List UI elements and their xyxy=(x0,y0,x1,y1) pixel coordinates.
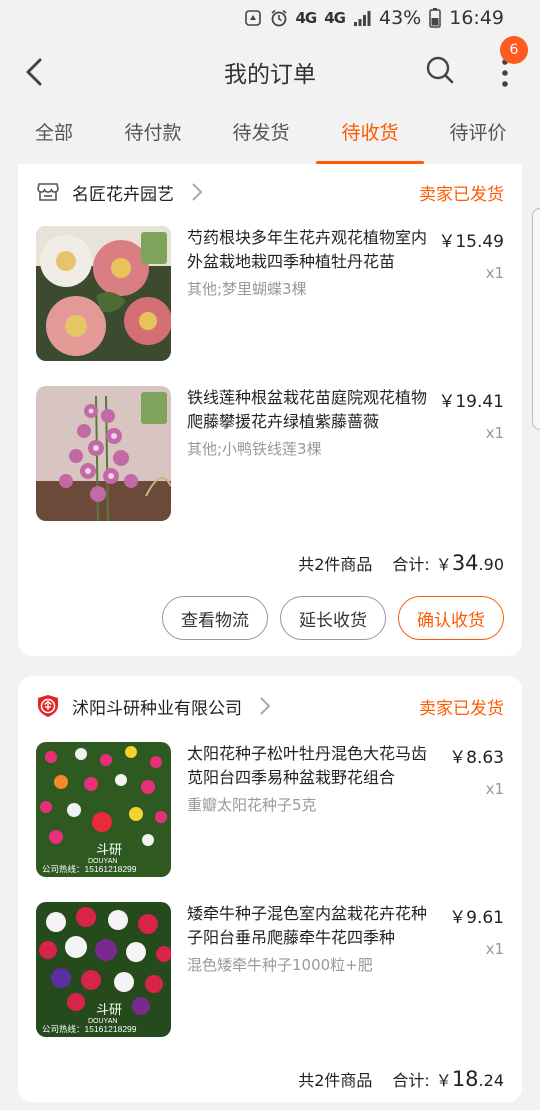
product-title: 芍药根块多年生花卉观花植物室内外盆栽地栽四季种植牡丹花苗 xyxy=(187,228,428,271)
product-spec: 其他;梦里蝴蝶3棵 xyxy=(187,280,307,298)
order-status: 卖家已发货 xyxy=(419,184,504,205)
item-count: 共2件商品 xyxy=(298,1071,373,1090)
scroll-indicator[interactable] xyxy=(532,208,540,430)
product-price: ￥8.63 xyxy=(449,748,504,768)
product-title: 铁线莲种根盆栽花苗庭院观花植物爬藤攀援花卉绿植紫藤蔷薇 xyxy=(187,388,428,431)
order-list[interactable]: 名匠花卉园艺 卖家已发货 芍药根块多年生花卉观花植物室内外盆栽地栽四季种植牡丹花… xyxy=(0,164,540,1110)
product-quantity: x1 xyxy=(485,940,504,958)
order-summary: 共2件商品 合计: ￥34.90 xyxy=(36,540,504,586)
product-quantity: x1 xyxy=(485,424,504,442)
order-status: 卖家已发货 xyxy=(419,698,504,719)
product-title: 太阳花种子松叶牡丹混色大花马齿苋阳台四季易种盆栽野花组合 xyxy=(187,744,428,787)
watermark-hotline: 公司热线：15161218299 xyxy=(42,1024,137,1034)
confirm-receipt-button[interactable]: 确认收货 xyxy=(398,596,504,640)
battery-icon xyxy=(429,8,441,28)
watermark-brand: 斗研 xyxy=(96,1002,122,1017)
search-icon[interactable] xyxy=(424,54,456,86)
product-price: ￥9.61 xyxy=(449,908,504,928)
battery-percent: 43% xyxy=(379,7,422,29)
network-4g-lte-label: 4G xyxy=(324,9,346,27)
chevron-right-icon xyxy=(260,697,271,715)
back-arrow-icon[interactable] xyxy=(18,54,54,90)
product-title: 矮牵牛种子混色室内盆栽花卉花种子阳台垂吊爬藤牵牛花四季种 xyxy=(187,904,428,947)
order-item[interactable]: 铁线莲种根盆栽花苗庭院观花植物爬藤攀援花卉绿植紫藤蔷薇 其他;小鸭铁线莲3棵 ￥… xyxy=(36,380,504,540)
alarm-icon xyxy=(270,9,287,27)
tab-all[interactable]: 全部 xyxy=(32,108,76,164)
total-amount-dec: .90 xyxy=(478,555,504,574)
product-quantity: x1 xyxy=(485,780,504,798)
signal-icon xyxy=(354,11,371,26)
product-image-portulaca: 斗研 DOUYAN 公司热线：15161218299 xyxy=(36,742,171,877)
store-icon xyxy=(37,183,59,201)
product-price: ￥19.41 xyxy=(438,392,504,412)
status-bar: 4G 4G 43% 16:49 xyxy=(0,0,540,36)
tab-pending-review[interactable]: 待评价 xyxy=(446,108,510,164)
currency-symbol: ￥ xyxy=(435,1071,452,1090)
watermark-brand: 斗研 xyxy=(96,842,122,857)
product-image-petunia: 斗研 DOUYAN 公司热线：15161218299 xyxy=(36,902,171,1037)
total-label: 合计: xyxy=(392,1071,430,1090)
total-label: 合计: xyxy=(392,555,430,574)
tab-pending-receipt[interactable]: 待收货 xyxy=(316,108,424,164)
order-card: 名匠花卉园艺 卖家已发货 芍药根块多年生花卉观花植物室内外盆栽地栽四季种植牡丹花… xyxy=(18,164,522,656)
order-summary: 共2件商品 合计: ￥18.24 xyxy=(36,1056,504,1102)
product-spec: 其他;小鸭铁线莲3棵 xyxy=(187,440,322,458)
enterprise-shop-icon xyxy=(38,695,58,717)
product-image-clematis xyxy=(36,386,171,521)
app-header: 我的订单 6 xyxy=(0,36,540,108)
notification-badge: 6 xyxy=(500,36,528,64)
product-price: ￥15.49 xyxy=(438,232,504,252)
item-count: 共2件商品 xyxy=(298,555,373,574)
total-amount-dec: .24 xyxy=(478,1071,504,1090)
order-card: 沭阳斗研种业有限公司 卖家已发货 斗研 DOUYAN 公司热线：15161218… xyxy=(18,676,522,1102)
extend-receipt-button[interactable]: 延长收货 xyxy=(280,596,386,640)
page-title: 我的订单 xyxy=(224,62,316,88)
order-tabs: 全部 待付款 待发货 待收货 待评价 xyxy=(0,108,540,164)
recycle-notification-icon xyxy=(244,10,261,26)
currency-symbol: ￥ xyxy=(435,555,452,574)
shop-name: 名匠花卉园艺 xyxy=(72,184,174,205)
network-4g-label: 4G xyxy=(295,9,318,27)
total-amount-int: 18 xyxy=(451,1067,479,1091)
product-spec: 重瓣太阳花种子5克 xyxy=(187,796,317,814)
tab-pending-payment[interactable]: 待付款 xyxy=(122,108,184,164)
order-item[interactable]: 斗研 DOUYAN 公司热线：15161218299 矮牵牛种子混色室内盆栽花卉… xyxy=(36,896,504,1056)
watermark-hotline: 公司热线：15161218299 xyxy=(42,864,137,874)
shop-name: 沭阳斗研种业有限公司 xyxy=(72,698,242,719)
product-quantity: x1 xyxy=(485,264,504,282)
product-image-peony xyxy=(36,226,171,361)
chevron-right-icon xyxy=(192,183,203,201)
total-amount-int: 34 xyxy=(451,551,479,575)
shop-row[interactable]: 沭阳斗研种业有限公司 卖家已发货 xyxy=(36,676,504,736)
tab-pending-shipment[interactable]: 待发货 xyxy=(230,108,292,164)
product-spec: 混色矮牵牛种子1000粒+肥 xyxy=(187,956,373,974)
shop-row[interactable]: 名匠花卉园艺 卖家已发货 xyxy=(36,164,504,220)
order-item[interactable]: 斗研 DOUYAN 公司热线：15161218299 太阳花种子松叶牡丹混色大花… xyxy=(36,736,504,896)
view-logistics-button[interactable]: 查看物流 xyxy=(162,596,268,640)
clock: 16:49 xyxy=(449,7,504,29)
order-item[interactable]: 芍药根块多年生花卉观花植物室内外盆栽地栽四季种植牡丹花苗 其他;梦里蝴蝶3棵 ￥… xyxy=(36,220,504,380)
order-actions: 查看物流 延长收货 确认收货 xyxy=(36,586,504,656)
